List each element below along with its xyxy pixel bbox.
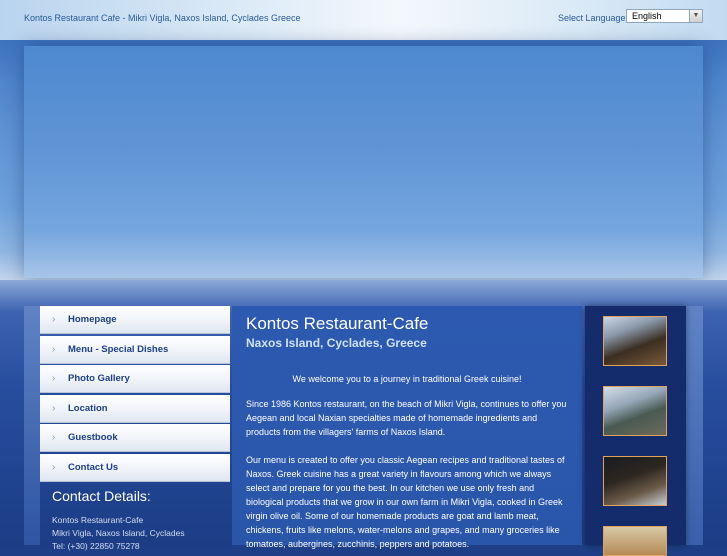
restaurant-sign-photo-thumbnail[interactable] (603, 526, 667, 556)
top-bar: Kontos Restaurant Cafe - Mikri Vigla, Na… (0, 0, 727, 40)
chevron-right-icon: › (52, 402, 56, 414)
nav-item-label: Guestbook (68, 432, 118, 444)
restaurant-photo-thumbnail[interactable] (603, 386, 667, 436)
contact-name: Kontos Restaurant-Cafe (52, 515, 144, 525)
contact-heading: Contact Details: (52, 488, 151, 504)
chevron-right-icon: › (52, 461, 56, 473)
intro-paragraph: Since 1986 Kontos restaurant, on the bea… (246, 399, 567, 437)
restaurant-photo-thumbnail[interactable] (603, 456, 667, 506)
nav-item-label: Location (68, 402, 108, 414)
right-border-strip (686, 306, 703, 545)
chevron-down-icon[interactable]: ▼ (689, 10, 702, 22)
welcome-text: We welcome you to a journey in tradition… (292, 374, 522, 384)
contact-address: Mikri Vigla, Naxos Island, Cyclades (52, 528, 185, 538)
hero-panel (24, 46, 703, 278)
language-selected-value: English (632, 11, 662, 21)
chevron-right-icon: › (52, 373, 56, 385)
page-subtitle: Naxos Island, Cyclades, Greece (246, 336, 427, 350)
nav-item-menu[interactable]: › Menu - Special Dishes (40, 335, 230, 364)
main-content: Kontos Restaurant-Cafe Naxos Island, Cyc… (232, 306, 582, 549)
nav-item-label: Menu - Special Dishes (68, 343, 169, 355)
nav-item-guestbook[interactable]: › Guestbook (40, 424, 230, 453)
chevron-right-icon: › (52, 343, 56, 355)
language-label: Select Language: (558, 13, 629, 23)
nav-item-photo-gallery[interactable]: › Photo Gallery (40, 365, 230, 394)
nav-item-homepage[interactable]: › Homepage (40, 306, 230, 334)
contact-details: Contact Details: Kontos Restaurant-Cafe … (52, 488, 185, 553)
main-navigation: › Homepage › Menu - Special Dishes › Pho… (40, 306, 230, 484)
nav-item-location[interactable]: › Location (40, 394, 230, 423)
contact-phone: Tel: (+30) 22850 75278 (52, 541, 140, 551)
left-border-strip (24, 306, 40, 545)
language-select[interactable]: English ▼ (626, 9, 703, 23)
restaurant-photo-thumbnail[interactable] (603, 316, 667, 366)
page-title: Kontos Restaurant-Cafe (246, 314, 429, 333)
chevron-right-icon: › (52, 432, 56, 444)
nav-item-label: Contact Us (68, 461, 119, 473)
menu-paragraph: Our menu is created to offer you classic… (246, 455, 565, 549)
nav-item-label: Photo Gallery (68, 373, 130, 385)
photo-column (585, 306, 686, 556)
nav-item-label: Homepage (68, 314, 117, 325)
site-title: Kontos Restaurant Cafe - Mikri Vigla, Na… (24, 13, 301, 23)
chevron-right-icon: › (52, 314, 56, 325)
nav-item-contact-us[interactable]: › Contact Us (40, 453, 230, 482)
